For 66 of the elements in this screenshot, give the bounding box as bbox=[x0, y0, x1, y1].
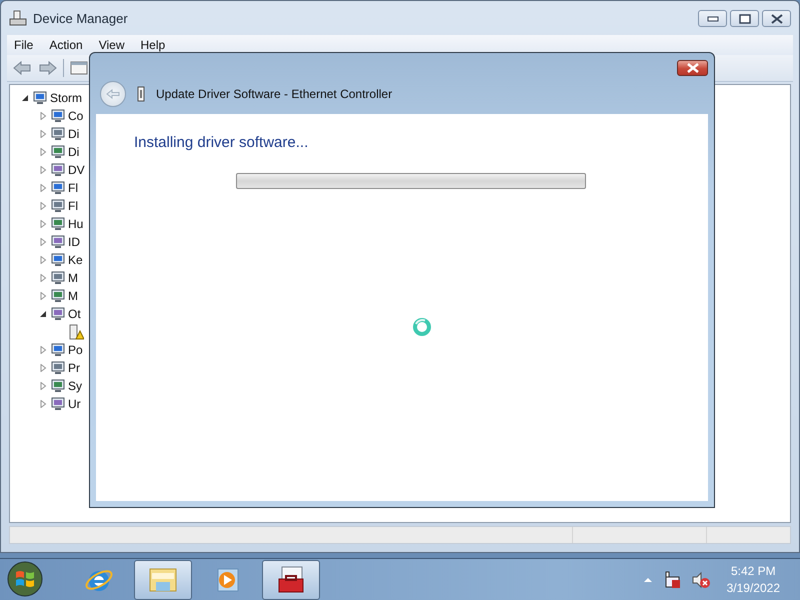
tree-item[interactable]: Co bbox=[68, 109, 84, 123]
device-icon bbox=[50, 397, 66, 411]
back-button[interactable] bbox=[100, 81, 126, 107]
busy-spinner-icon bbox=[412, 317, 432, 337]
device-icon bbox=[50, 109, 66, 123]
status-heading: Installing driver software... bbox=[134, 134, 310, 151]
tree-item[interactable]: Di bbox=[68, 127, 80, 141]
back-button[interactable] bbox=[11, 58, 33, 78]
minimize-icon bbox=[706, 16, 718, 22]
back-arrow-icon bbox=[106, 89, 120, 99]
tree-item[interactable]: DV bbox=[68, 163, 85, 177]
tree-item[interactable]: Storm bbox=[50, 91, 82, 105]
taskbar-app-button[interactable] bbox=[262, 560, 320, 600]
computer-icon bbox=[9, 10, 27, 26]
device-icon bbox=[50, 181, 66, 195]
tree-item[interactable]: Po bbox=[68, 343, 83, 357]
tree-item[interactable]: M bbox=[68, 289, 78, 303]
tree-item[interactable]: Sy bbox=[68, 379, 82, 393]
expander-arrow[interactable] bbox=[38, 309, 48, 319]
forward-button[interactable] bbox=[37, 58, 59, 78]
close-button[interactable] bbox=[762, 10, 791, 27]
tree-item[interactable]: Fl bbox=[68, 181, 78, 195]
maximize-button[interactable] bbox=[730, 10, 759, 27]
tree-item[interactable]: Fl bbox=[68, 199, 78, 213]
device-icon bbox=[50, 145, 66, 159]
close-icon bbox=[770, 14, 782, 24]
device-icon bbox=[50, 361, 66, 375]
window-title: Device Manager bbox=[33, 10, 128, 26]
expander-arrow[interactable] bbox=[20, 93, 30, 103]
start-button[interactable] bbox=[6, 560, 44, 598]
tree-item[interactable]: Hu bbox=[68, 217, 84, 231]
device-icon bbox=[32, 91, 48, 105]
device-icon bbox=[50, 163, 66, 177]
device-icon bbox=[50, 379, 66, 393]
close-icon bbox=[686, 63, 698, 73]
device-icon bbox=[50, 253, 66, 267]
close-button[interactable] bbox=[677, 60, 708, 76]
dialog-title: Update Driver Software - Ethernet Controller bbox=[156, 87, 392, 101]
network-error-icon[interactable] bbox=[662, 570, 681, 588]
device-icon bbox=[50, 235, 66, 249]
device-icon bbox=[50, 307, 66, 321]
clock-date: 3/19/2022 bbox=[726, 580, 780, 596]
maximize-icon bbox=[738, 14, 750, 24]
menu-item[interactable]: Help bbox=[134, 36, 172, 54]
device-icon bbox=[50, 217, 66, 231]
menu-item[interactable]: File bbox=[7, 36, 40, 54]
device-icon bbox=[50, 289, 66, 303]
device-icon bbox=[50, 127, 66, 141]
tree-item[interactable]: M bbox=[68, 271, 78, 285]
device-icon bbox=[50, 199, 66, 213]
tree-item[interactable]: Ur bbox=[68, 397, 81, 411]
network-adapter-icon bbox=[136, 86, 146, 102]
tree-item[interactable]: Di bbox=[68, 145, 80, 159]
clock-time: 5:42 PM bbox=[730, 562, 776, 580]
minimize-button[interactable] bbox=[698, 10, 727, 27]
tree-item[interactable]: ID bbox=[68, 235, 80, 249]
muted-speaker-icon[interactable] bbox=[690, 570, 711, 588]
tree-item[interactable]: Ot bbox=[68, 307, 81, 321]
tree-item[interactable]: Ke bbox=[68, 253, 83, 267]
show-hidden-icons-button[interactable] bbox=[642, 576, 653, 582]
menu-item[interactable]: Action bbox=[42, 36, 90, 54]
tree-item[interactable]: Pr bbox=[68, 361, 80, 375]
device-icon bbox=[50, 343, 66, 357]
taskbar-app-button[interactable] bbox=[134, 560, 192, 600]
device-icon bbox=[50, 271, 66, 285]
menu-item[interactable]: View bbox=[92, 36, 132, 54]
